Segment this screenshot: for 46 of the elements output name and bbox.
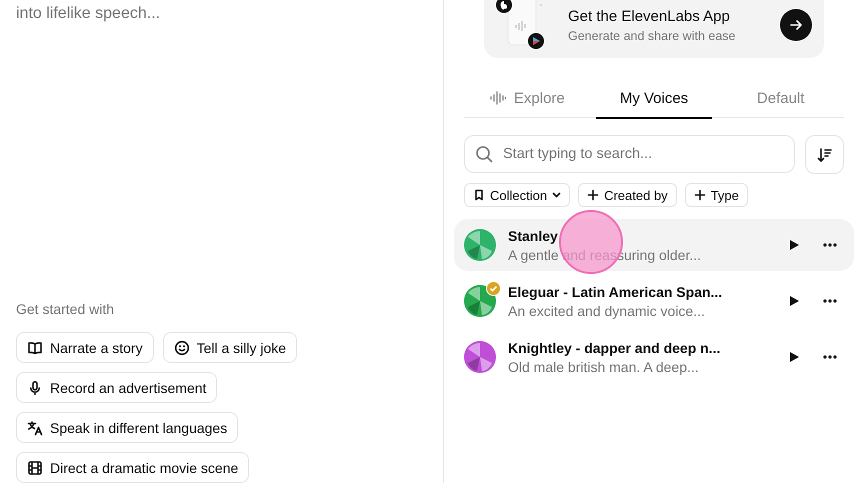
filter-button[interactable]: Type (684, 183, 748, 207)
play-icon (788, 239, 800, 251)
search-field[interactable]: Start typing to search... (464, 135, 795, 173)
film-icon (27, 460, 43, 476)
voice-description: An excited and dynamic voice... (508, 302, 706, 318)
translate-icon (27, 420, 43, 436)
arrow-right-icon (789, 18, 803, 32)
search-input[interactable]: Start typing to search... (501, 145, 784, 163)
tab[interactable]: My Voices (590, 80, 718, 118)
search-icon (475, 145, 493, 163)
book-icon (27, 340, 43, 356)
voice-description: Old male british man. A deep... (508, 358, 700, 374)
tab[interactable]: Explore (464, 80, 591, 118)
filter-button[interactable]: Collection (464, 183, 570, 207)
voice-list-item[interactable]: Knightley - dapper and deep n... Old male british man. A deep... (454, 331, 854, 383)
ellipsis-icon (823, 355, 837, 359)
tab[interactable]: Default (717, 80, 844, 118)
promo-title: Get the ElevenLabs App (568, 8, 731, 24)
voice-name: Eleguar - Latin American Span... (508, 284, 724, 300)
ellipsis-icon (823, 243, 837, 247)
voice-list-item[interactable]: Eleguar - Latin American Span... An excited and dynamic voice... (454, 275, 854, 327)
bookmark-icon (473, 189, 485, 201)
text-editor[interactable]: into lifelike speech... (16, 0, 427, 281)
filter-button[interactable]: Created by (578, 183, 677, 207)
microphone-icon (27, 380, 43, 396)
open-app-button[interactable] (780, 9, 812, 41)
play-icon (788, 295, 800, 307)
voice-name: Stanley (508, 228, 559, 244)
promo-subtitle: Generate and share with ease (568, 28, 736, 42)
chevron-down-icon (552, 192, 562, 198)
sort-icon (816, 146, 832, 162)
waveform-icon (490, 91, 506, 105)
plus-icon (587, 189, 600, 201)
suggestion-chip[interactable]: Speak in different languages (16, 412, 238, 443)
suggestion-chip[interactable]: Narrate a story (16, 332, 154, 363)
sort-button[interactable] (805, 135, 844, 174)
suggestion-chip[interactable]: Tell a silly joke (162, 332, 298, 363)
suggestion-chip[interactable]: Record an advertisement (16, 372, 218, 403)
smiley-icon (174, 340, 190, 356)
ellipsis-icon (823, 299, 837, 303)
play-icon (788, 351, 800, 363)
app-promo-card[interactable]: Get the ElevenLabs App Generate and share with ease (484, 0, 824, 58)
suggestion-chip[interactable]: Direct a dramatic movie scene (16, 452, 250, 483)
section-heading: Get started with (16, 301, 116, 317)
plus-icon (694, 189, 706, 201)
voice-name: Knightley - dapper and deep n... (508, 340, 722, 356)
